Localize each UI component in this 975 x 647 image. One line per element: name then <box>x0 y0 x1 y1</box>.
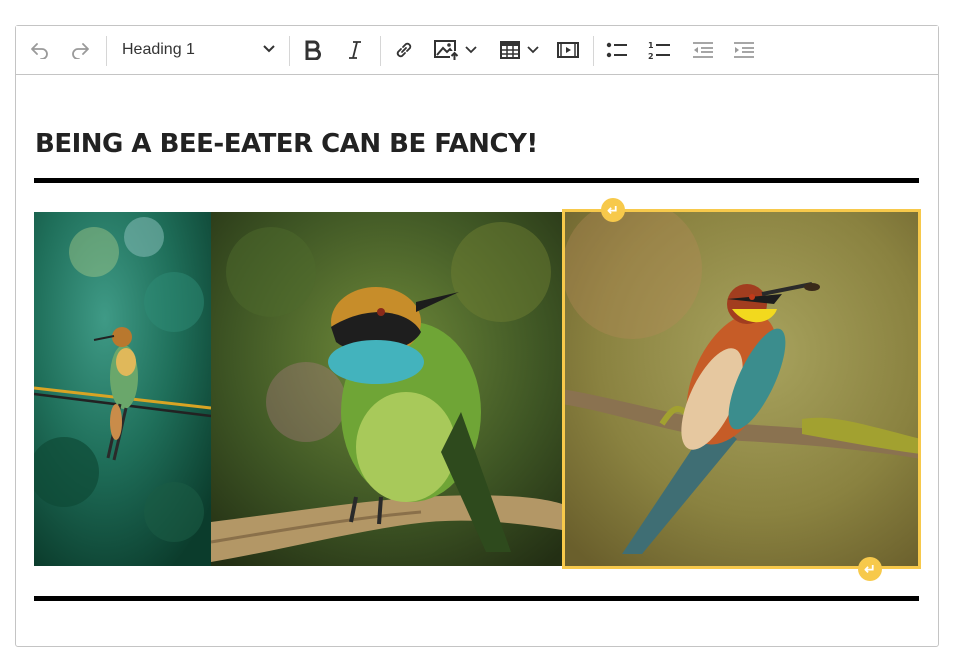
bold-button[interactable] <box>299 36 327 64</box>
toolbar-separator <box>593 36 594 66</box>
image-european-bee-eater[interactable] <box>562 209 921 569</box>
document-title[interactable]: BEING A BEE-EATER CAN BE FANCY! <box>35 129 538 159</box>
image-bee-eater-wire[interactable] <box>34 212 211 566</box>
heading-dropdown-label: Heading 1 <box>122 41 195 58</box>
insert-table-button[interactable] <box>494 36 544 64</box>
outdent-icon <box>691 40 715 60</box>
table-icon <box>499 40 521 60</box>
toolbar-separator <box>380 36 381 66</box>
chevron-down-icon <box>527 46 539 54</box>
numbered-list-button[interactable]: 12 <box>644 36 674 64</box>
insert-image-button[interactable] <box>430 36 480 64</box>
heading-dropdown[interactable]: Heading 1 <box>118 36 280 64</box>
undo-button[interactable] <box>24 36 54 64</box>
media-embed-button[interactable] <box>554 36 582 64</box>
toolbar-separator <box>106 36 107 66</box>
return-arrow-icon: ↵ <box>607 201 619 218</box>
undo-icon <box>28 41 50 59</box>
outdent-button[interactable] <box>688 36 718 64</box>
redo-button[interactable] <box>66 36 96 64</box>
bulleted-list-icon <box>605 40 629 60</box>
chevron-down-icon <box>465 46 477 54</box>
insert-paragraph-before-handle[interactable]: ↵ <box>601 198 625 222</box>
editor-toolbar: Heading 1 1 2 <box>16 26 938 75</box>
bold-icon <box>304 40 322 60</box>
return-arrow-icon: ↵ <box>864 560 876 577</box>
toolbar-separator <box>289 36 290 66</box>
image-green-bee-eater[interactable] <box>211 212 562 566</box>
image-upload-icon <box>433 39 461 61</box>
redo-icon <box>70 41 92 59</box>
chevron-down-icon <box>262 41 276 59</box>
horizontal-rule <box>34 178 919 183</box>
italic-button[interactable] <box>341 36 369 64</box>
horizontal-rule <box>34 596 919 601</box>
indent-icon <box>732 40 756 60</box>
link-icon <box>394 40 414 60</box>
bulleted-list-button[interactable] <box>602 36 632 64</box>
svg-text:1: 1 <box>648 41 654 50</box>
italic-icon <box>347 40 363 60</box>
link-button[interactable] <box>390 36 418 64</box>
video-icon <box>556 40 580 60</box>
indent-button[interactable] <box>729 36 759 64</box>
insert-paragraph-after-handle[interactable]: ↵ <box>858 557 882 581</box>
numbered-list-icon: 12 <box>647 39 671 61</box>
svg-text:2: 2 <box>648 52 654 61</box>
